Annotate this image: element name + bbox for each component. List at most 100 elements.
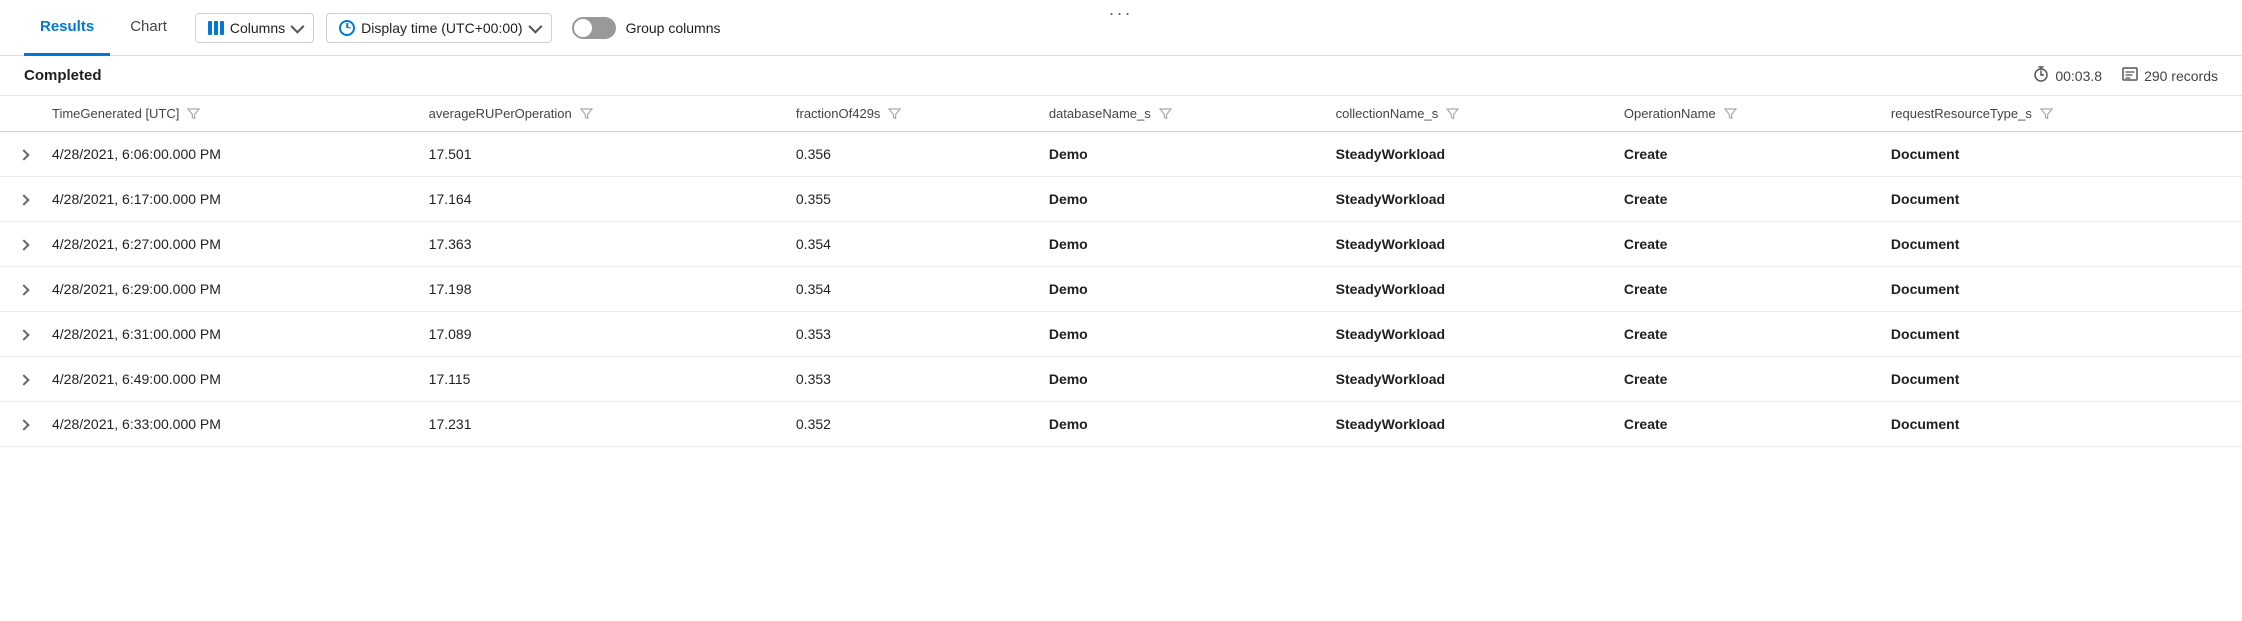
status-meta: 00:03.8 290 records	[2033, 66, 2218, 85]
averageru-filter-icon[interactable]	[580, 107, 593, 120]
cell-databasename_s: Demo	[1037, 267, 1324, 312]
requestresourcetype-filter-icon[interactable]	[2040, 107, 2053, 120]
display-time-chevron-down-icon	[528, 19, 542, 33]
th-timegenerated[interactable]: TimeGenerated [UTC]	[40, 96, 417, 132]
databasename-filter-icon[interactable]	[1159, 107, 1172, 120]
table-row[interactable]: 4/28/2021, 6:49:00.000 PM17.1150.353Demo…	[0, 357, 2242, 402]
cell-averageruperoperation: 17.231	[417, 402, 784, 447]
table-body: 4/28/2021, 6:06:00.000 PM17.5010.356Demo…	[0, 132, 2242, 447]
expand-chevron-icon[interactable]	[18, 419, 29, 430]
th-averageruperoperation[interactable]: averageRUPerOperation	[417, 96, 784, 132]
expand-chevron-icon[interactable]	[18, 149, 29, 160]
table-header: TimeGenerated [UTC] averageRUPerOperatio…	[0, 96, 2242, 132]
th-requestresourcetype[interactable]: requestResourceType_s	[1879, 96, 2242, 132]
table-row[interactable]: 4/28/2021, 6:06:00.000 PM17.5010.356Demo…	[0, 132, 2242, 177]
th-databasename[interactable]: databaseName_s	[1037, 96, 1324, 132]
expand-cell[interactable]	[0, 267, 40, 312]
cell-averageruperoperation: 17.501	[417, 132, 784, 177]
timer-icon	[2033, 66, 2049, 85]
cell-fractionof429s: 0.356	[784, 132, 1037, 177]
timer-meta: 00:03.8	[2033, 66, 2102, 85]
cell-collectionname_s: SteadyWorkload	[1324, 222, 1612, 267]
expand-cell[interactable]	[0, 357, 40, 402]
cell-collectionname_s: SteadyWorkload	[1324, 312, 1612, 357]
th-operationname[interactable]: OperationName	[1612, 96, 1879, 132]
th-expand	[0, 96, 40, 132]
display-time-button[interactable]: Display time (UTC+00:00)	[326, 13, 551, 43]
cell-averageruperoperation: 17.363	[417, 222, 784, 267]
cell-collectionname_s: SteadyWorkload	[1324, 357, 1612, 402]
collectionname-filter-icon[interactable]	[1446, 107, 1459, 120]
cell-fractionof429s: 0.355	[784, 177, 1037, 222]
cell-fractionof429s: 0.354	[784, 267, 1037, 312]
table-row[interactable]: 4/28/2021, 6:31:00.000 PM17.0890.353Demo…	[0, 312, 2242, 357]
group-columns-label: Group columns	[626, 20, 721, 36]
table-row[interactable]: 4/28/2021, 6:27:00.000 PM17.3630.354Demo…	[0, 222, 2242, 267]
ellipsis: ...	[1109, 0, 1133, 16]
th-collectionname[interactable]: collectionName_s	[1324, 96, 1612, 132]
timegenerated-filter-icon[interactable]	[187, 107, 200, 120]
expand-chevron-icon[interactable]	[18, 374, 29, 385]
columns-icon	[208, 21, 224, 35]
expand-cell[interactable]	[0, 312, 40, 357]
records-meta: 290 records	[2122, 66, 2218, 85]
cell-timegenerated: 4/28/2021, 6:17:00.000 PM	[40, 177, 417, 222]
cell-timegenerated: 4/28/2021, 6:33:00.000 PM	[40, 402, 417, 447]
cell-requestresourcetype_s: Document	[1879, 132, 2242, 177]
expand-cell[interactable]	[0, 222, 40, 267]
tab-results[interactable]: Results	[24, 0, 110, 56]
th-fractionof429s[interactable]: fractionOf429s	[784, 96, 1037, 132]
cell-fractionof429s: 0.352	[784, 402, 1037, 447]
table-row[interactable]: 4/28/2021, 6:33:00.000 PM17.2310.352Demo…	[0, 402, 2242, 447]
status-text: Completed	[24, 67, 102, 84]
cell-requestresourcetype_s: Document	[1879, 402, 2242, 447]
expand-chevron-icon[interactable]	[18, 194, 29, 205]
cell-timegenerated: 4/28/2021, 6:31:00.000 PM	[40, 312, 417, 357]
cell-databasename_s: Demo	[1037, 132, 1324, 177]
expand-cell[interactable]	[0, 177, 40, 222]
cell-timegenerated: 4/28/2021, 6:06:00.000 PM	[40, 132, 417, 177]
cell-databasename_s: Demo	[1037, 222, 1324, 267]
table-row[interactable]: 4/28/2021, 6:17:00.000 PM17.1640.355Demo…	[0, 177, 2242, 222]
cell-timegenerated: 4/28/2021, 6:27:00.000 PM	[40, 222, 417, 267]
cell-requestresourcetype_s: Document	[1879, 357, 2242, 402]
cell-operationname: Create	[1612, 177, 1879, 222]
cell-databasename_s: Demo	[1037, 312, 1324, 357]
clock-icon	[339, 20, 355, 36]
cell-fractionof429s: 0.354	[784, 222, 1037, 267]
fraction-filter-icon[interactable]	[888, 107, 901, 120]
cell-timegenerated: 4/28/2021, 6:29:00.000 PM	[40, 267, 417, 312]
toggle-knob	[574, 19, 592, 37]
cell-collectionname_s: SteadyWorkload	[1324, 402, 1612, 447]
cell-operationname: Create	[1612, 132, 1879, 177]
operationname-filter-icon[interactable]	[1724, 107, 1737, 120]
cell-requestresourcetype_s: Document	[1879, 312, 2242, 357]
cell-timegenerated: 4/28/2021, 6:49:00.000 PM	[40, 357, 417, 402]
results-table: TimeGenerated [UTC] averageRUPerOperatio…	[0, 96, 2242, 447]
expand-cell[interactable]	[0, 402, 40, 447]
cell-averageruperoperation: 17.198	[417, 267, 784, 312]
cell-collectionname_s: SteadyWorkload	[1324, 132, 1612, 177]
cell-requestresourcetype_s: Document	[1879, 177, 2242, 222]
results-table-container: TimeGenerated [UTC] averageRUPerOperatio…	[0, 96, 2242, 447]
columns-button[interactable]: Columns	[195, 13, 314, 43]
tab-chart[interactable]: Chart	[114, 0, 183, 56]
table-row[interactable]: 4/28/2021, 6:29:00.000 PM17.1980.354Demo…	[0, 267, 2242, 312]
cell-averageruperoperation: 17.164	[417, 177, 784, 222]
cell-requestresourcetype_s: Document	[1879, 222, 2242, 267]
expand-cell[interactable]	[0, 132, 40, 177]
expand-chevron-icon[interactable]	[18, 284, 29, 295]
cell-fractionof429s: 0.353	[784, 312, 1037, 357]
cell-averageruperoperation: 17.115	[417, 357, 784, 402]
cell-collectionname_s: SteadyWorkload	[1324, 267, 1612, 312]
cell-collectionname_s: SteadyWorkload	[1324, 177, 1612, 222]
timer-label: 00:03.8	[2055, 68, 2102, 84]
columns-chevron-down-icon	[290, 19, 304, 33]
expand-chevron-icon[interactable]	[18, 239, 29, 250]
records-icon	[2122, 66, 2138, 85]
cell-averageruperoperation: 17.089	[417, 312, 784, 357]
records-label: 290 records	[2144, 68, 2218, 84]
group-columns-toggle[interactable]	[572, 17, 616, 39]
expand-chevron-icon[interactable]	[18, 329, 29, 340]
group-columns-toggle-container: Group columns	[572, 17, 721, 39]
